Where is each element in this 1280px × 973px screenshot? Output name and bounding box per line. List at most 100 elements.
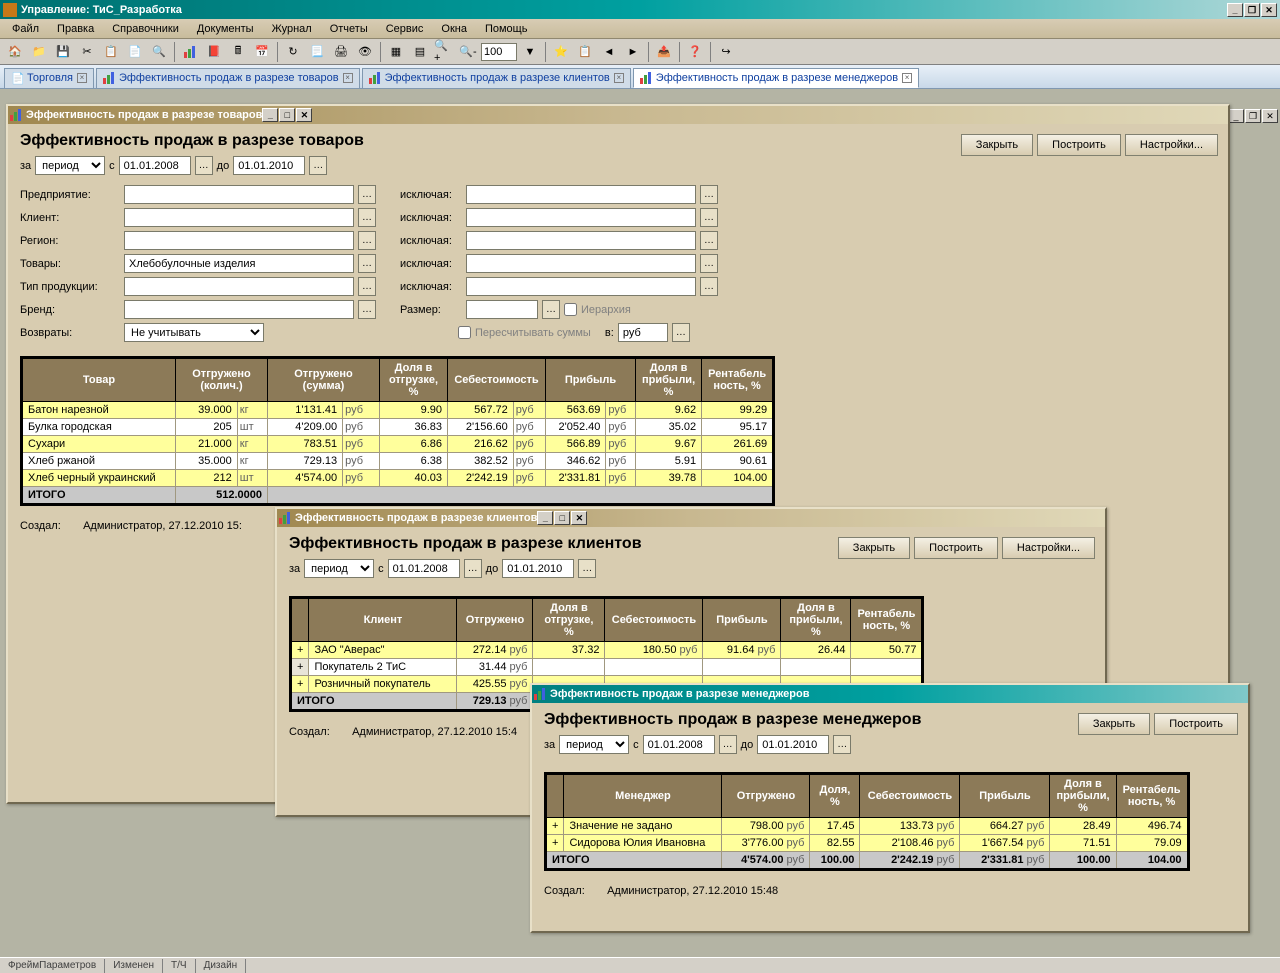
region-input[interactable] — [124, 231, 354, 250]
prodtype-picker[interactable]: … — [358, 277, 376, 296]
menu-documents[interactable]: Документы — [189, 21, 262, 37]
tab-goods[interactable]: Эффективность продаж в разрезе товаров × — [96, 68, 360, 88]
chart-icon[interactable] — [179, 41, 201, 63]
size-picker[interactable]: … — [542, 300, 560, 319]
expand-button[interactable]: + — [546, 835, 564, 852]
hierarchy-checkbox[interactable] — [564, 303, 577, 316]
restore-button[interactable]: ❐ — [1244, 3, 1260, 17]
paste-icon[interactable]: 📄 — [124, 41, 146, 63]
returns-select[interactable]: Не учитывать — [124, 323, 264, 342]
menu-file[interactable]: Файл — [4, 21, 47, 37]
folder-icon[interactable]: 📁 — [28, 41, 50, 63]
build-button[interactable]: Построить — [914, 537, 998, 559]
prev-icon[interactable]: ◄ — [598, 41, 620, 63]
tab-clients[interactable]: Эффективность продаж в разрезе клиентов … — [362, 68, 631, 88]
client-picker[interactable]: … — [358, 208, 376, 227]
bg-minimize-button[interactable]: _ — [1228, 109, 1244, 123]
close-button[interactable]: ✕ — [571, 511, 587, 525]
export-icon[interactable]: 📤 — [653, 41, 675, 63]
enterprise-excl-input[interactable] — [466, 185, 696, 204]
date-from-input[interactable] — [119, 156, 191, 175]
table-row[interactable]: + Сидорова Юлия Ивановна 3'776.00 руб 82… — [546, 835, 1189, 852]
zoom-out-icon[interactable]: 🔍- — [457, 41, 479, 63]
period-type-select[interactable]: период — [304, 559, 374, 578]
tab-close-icon[interactable]: × — [614, 73, 624, 83]
date-from-picker[interactable]: … — [195, 156, 213, 175]
minimize-button[interactable]: _ — [1227, 3, 1243, 17]
table-row[interactable]: + Покупатель 2 ТиС 31.44 руб — [291, 659, 923, 676]
zoom-input[interactable] — [481, 43, 517, 61]
goods-input[interactable] — [124, 254, 354, 273]
close-report-button[interactable]: Закрыть — [961, 134, 1033, 156]
search-icon[interactable]: 🔍 — [148, 41, 170, 63]
tab-close-icon[interactable]: × — [343, 73, 353, 83]
table-row[interactable]: Сухари 21.000кг 783.51руб 6.86 216.62руб… — [22, 436, 774, 453]
size-input[interactable] — [466, 300, 538, 319]
menu-service[interactable]: Сервис — [378, 21, 432, 37]
window-titlebar[interactable]: Эффективность продаж в разрезе клиентов … — [277, 509, 1105, 527]
copy-icon[interactable]: 📋 — [100, 41, 122, 63]
layout-icon[interactable]: ▦ — [385, 41, 407, 63]
currency-input[interactable] — [618, 323, 668, 342]
status-tc[interactable]: Т/Ч — [163, 959, 196, 973]
period-type-select[interactable]: период — [35, 156, 105, 175]
goods-picker[interactable]: … — [358, 254, 376, 273]
date-from-input[interactable] — [643, 735, 715, 754]
region-excl-input[interactable] — [466, 231, 696, 250]
status-changed[interactable]: Изменен — [105, 959, 163, 973]
date-from-picker[interactable]: … — [719, 735, 737, 754]
brand-picker[interactable]: … — [358, 300, 376, 319]
bg-close-button[interactable]: ✕ — [1262, 109, 1278, 123]
date-to-picker[interactable]: … — [309, 156, 327, 175]
print-icon[interactable]: 🖨 — [330, 41, 352, 63]
menu-catalogs[interactable]: Справочники — [104, 21, 187, 37]
menu-help[interactable]: Помощь — [477, 21, 536, 37]
page-icon[interactable]: 📃 — [306, 41, 328, 63]
period-type-select[interactable]: период — [559, 735, 629, 754]
table-row[interactable]: Булка городская 205шт 4'209.00руб 36.83 … — [22, 419, 774, 436]
table-row[interactable]: Хлеб черный украинский 212шт 4'574.00руб… — [22, 470, 774, 487]
minimize-button[interactable]: _ — [537, 511, 553, 525]
date-to-input[interactable] — [233, 156, 305, 175]
zoom-in-icon[interactable]: 🔍+ — [433, 41, 455, 63]
help-icon[interactable]: ❓ — [684, 41, 706, 63]
close-report-button[interactable]: Закрыть — [1078, 713, 1150, 735]
tab-trade[interactable]: 📄 Торговля × — [4, 68, 94, 88]
expand-button[interactable]: + — [546, 818, 564, 835]
dropdown-icon[interactable]: ▼ — [519, 41, 541, 63]
status-design[interactable]: Дизайн — [196, 959, 247, 973]
build-button[interactable]: Построить — [1154, 713, 1238, 735]
close-button[interactable]: ✕ — [296, 108, 312, 122]
home-icon[interactable]: 🏠 — [4, 41, 26, 63]
date-from-input[interactable] — [388, 559, 460, 578]
calendar-icon[interactable]: 📅 — [251, 41, 273, 63]
client-excl-picker[interactable]: … — [700, 208, 718, 227]
goods-excl-picker[interactable]: … — [700, 254, 718, 273]
save-icon[interactable]: 💾 — [52, 41, 74, 63]
date-to-picker[interactable]: … — [833, 735, 851, 754]
window-titlebar[interactable]: Эффективность продаж в разрезе товаров _… — [8, 106, 1228, 124]
close-report-button[interactable]: Закрыть — [838, 537, 910, 559]
build-button[interactable]: Построить — [1037, 134, 1121, 156]
date-to-input[interactable] — [757, 735, 829, 754]
refresh-icon[interactable]: ↻ — [282, 41, 304, 63]
calc-icon[interactable]: 🖩 — [227, 41, 249, 63]
table-row[interactable]: Батон нарезной 39.000кг 1'131.41руб 9.90… — [22, 402, 774, 419]
close-button[interactable]: ✕ — [1261, 3, 1277, 17]
prodtype-excl-picker[interactable]: … — [700, 277, 718, 296]
table-row[interactable]: + Значение не задано 798.00 руб 17.45 13… — [546, 818, 1189, 835]
menu-journal[interactable]: Журнал — [264, 21, 320, 37]
recalc-checkbox[interactable] — [458, 326, 471, 339]
goods-excl-input[interactable] — [466, 254, 696, 273]
enterprise-excl-picker[interactable]: … — [700, 185, 718, 204]
tab-managers[interactable]: Эффективность продаж в разрезе менеджеро… — [633, 68, 919, 88]
bg-restore-button[interactable]: ❐ — [1245, 109, 1261, 123]
status-frame[interactable]: ФреймПараметров — [0, 959, 105, 973]
expand-button[interactable]: + — [291, 659, 309, 676]
tab-close-icon[interactable]: × — [77, 73, 87, 83]
preview-icon[interactable]: 👁 — [354, 41, 376, 63]
maximize-button[interactable]: □ — [554, 511, 570, 525]
grid-icon[interactable]: ▤ — [409, 41, 431, 63]
minimize-button[interactable]: _ — [262, 108, 278, 122]
exit-icon[interactable]: ↪ — [715, 41, 737, 63]
